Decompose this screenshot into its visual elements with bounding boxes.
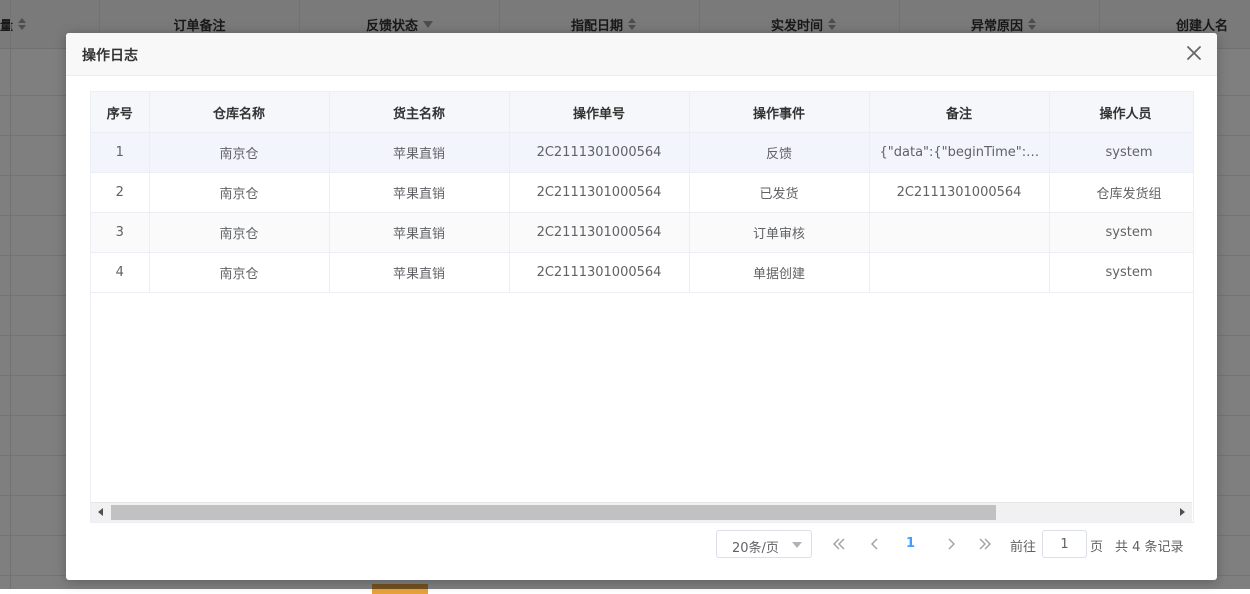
column-header-remark: 备注: [869, 92, 1050, 133]
cell-warehouse: 南京仓: [149, 132, 330, 173]
horizontal-scrollbar[interactable]: [91, 502, 1192, 522]
scrollbar-thumb[interactable]: [111, 505, 996, 520]
cell-warehouse: 南京仓: [149, 172, 330, 213]
cell-remark: [869, 252, 1050, 293]
scroll-left-icon[interactable]: [98, 508, 103, 516]
cell-remark: 2C2111301000564: [869, 172, 1050, 213]
cell-event: 订单审核: [689, 212, 870, 253]
scroll-right-icon[interactable]: [1180, 508, 1185, 516]
cell-warehouse: 南京仓: [149, 252, 330, 293]
page-unit-label: 页: [1090, 540, 1104, 555]
table-row[interactable]: 3 南京仓 苹果直销 2C2111301000564 订单审核 system: [91, 212, 1193, 253]
total-records: 共 4 条记录: [1115, 540, 1184, 555]
column-header-index: 序号: [91, 92, 150, 133]
table-header-row: 序号 仓库名称 货主名称 操作单号 操作事件 备注 操作人员: [91, 92, 1193, 133]
goto-label: 前往: [1010, 540, 1037, 555]
column-header-owner: 货主名称: [329, 92, 510, 133]
cell-event: 单据创建: [689, 252, 870, 293]
cell-warehouse: 南京仓: [149, 212, 330, 253]
operation-log-dialog: 操作日志 序号 仓库名称 货主名称 操作单号 操作事件 备注 操作人员 1 南京…: [66, 33, 1217, 580]
cell-owner: 苹果直销: [329, 172, 510, 213]
log-table: 序号 仓库名称 货主名称 操作单号 操作事件 备注 操作人员 1 南京仓 苹果直…: [90, 91, 1194, 523]
cell-index: 2: [91, 172, 150, 213]
last-page-icon[interactable]: [976, 535, 994, 553]
cell-index: 1: [91, 132, 150, 173]
page-number-current[interactable]: 1: [906, 536, 915, 551]
table-row[interactable]: 4 南京仓 苹果直销 2C2111301000564 单据创建 system: [91, 252, 1193, 293]
table-row[interactable]: 2 南京仓 苹果直销 2C2111301000564 已发货 2C2111301…: [91, 172, 1193, 213]
cell-remark: [869, 212, 1050, 253]
dialog-title: 操作日志: [82, 48, 138, 64]
cell-owner: 苹果直销: [329, 252, 510, 293]
column-header-warehouse: 仓库名称: [149, 92, 330, 133]
cell-order-no: 2C2111301000564: [509, 252, 690, 293]
cell-order-no: 2C2111301000564: [509, 172, 690, 213]
cell-operator: system: [1049, 252, 1193, 293]
pagination: 20条/页 1 前往 页 共 4 条记录: [716, 530, 1196, 560]
next-page-icon[interactable]: [942, 535, 960, 553]
column-header-event: 操作事件: [689, 92, 870, 133]
cell-remark: {"data":{"beginTime":"202...: [869, 132, 1050, 173]
cell-order-no: 2C2111301000564: [509, 132, 690, 173]
column-header-order-no: 操作单号: [509, 92, 690, 133]
page-size-select[interactable]: 20条/页: [716, 530, 812, 558]
cell-owner: 苹果直销: [329, 212, 510, 253]
cell-order-no: 2C2111301000564: [509, 212, 690, 253]
cell-event: 反馈: [689, 132, 870, 173]
cell-index: 4: [91, 252, 150, 293]
cell-index: 3: [91, 212, 150, 253]
chevron-down-icon: [792, 542, 802, 548]
cell-operator: system: [1049, 132, 1193, 173]
column-header-operator: 操作人员: [1049, 92, 1193, 133]
close-icon[interactable]: [1185, 44, 1203, 62]
cell-event: 已发货: [689, 172, 870, 213]
cell-operator: system: [1049, 212, 1193, 253]
prev-page-icon[interactable]: [866, 535, 884, 553]
goto-page-input[interactable]: [1042, 530, 1087, 558]
cell-owner: 苹果直销: [329, 132, 510, 173]
first-page-icon[interactable]: [830, 535, 848, 553]
cell-operator: 仓库发货组: [1049, 172, 1193, 213]
dialog-header: 操作日志: [66, 33, 1217, 76]
table-row[interactable]: 1 南京仓 苹果直销 2C2111301000564 反馈 {"data":{"…: [91, 132, 1193, 173]
